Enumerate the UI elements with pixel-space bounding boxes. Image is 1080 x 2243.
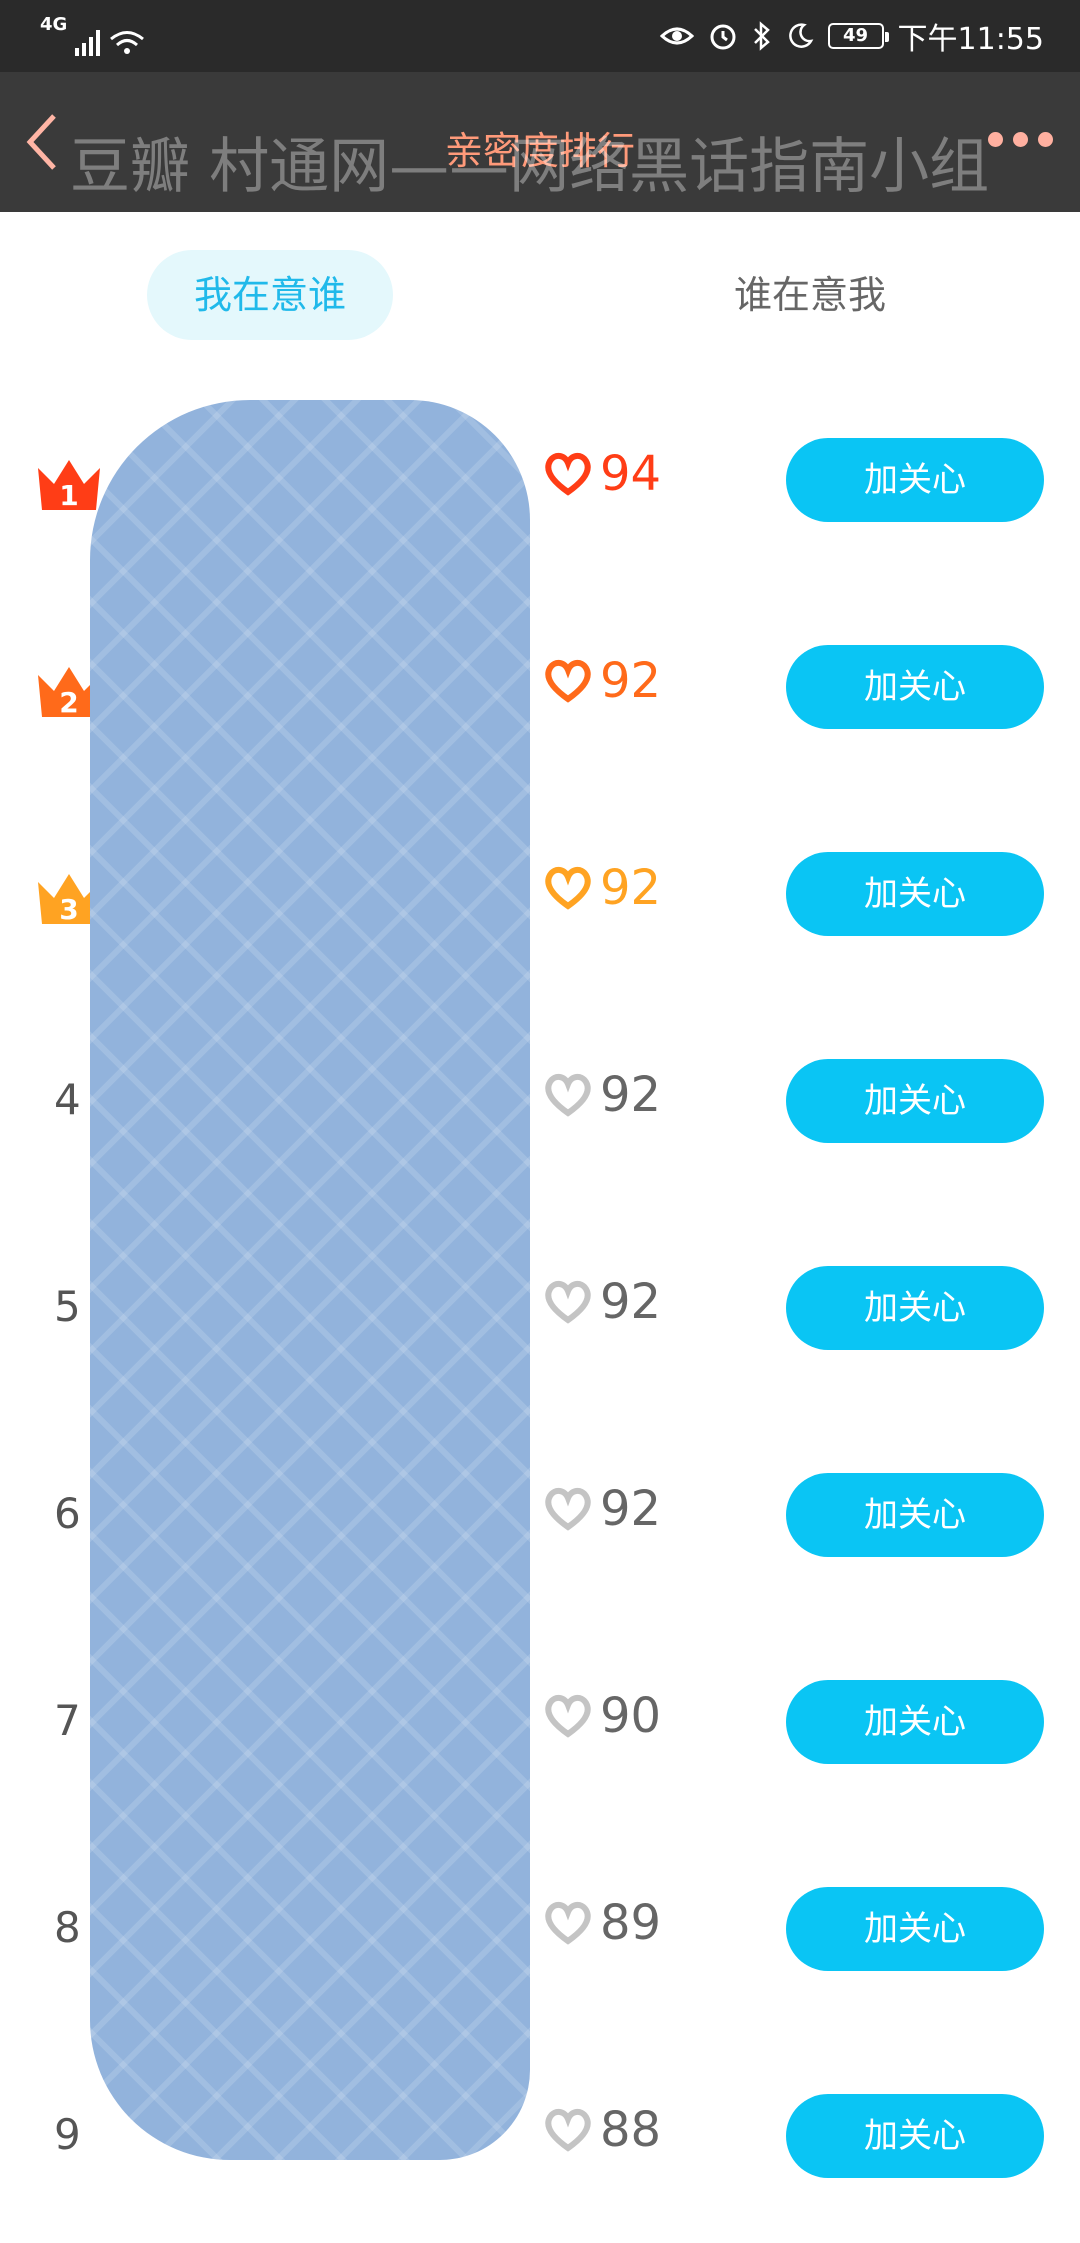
intimacy-score: 88 (544, 2102, 661, 2158)
moon-icon (788, 23, 813, 48)
more-button[interactable] (988, 132, 1058, 156)
title-bar: 亲密度排行 (0, 72, 1080, 212)
heart-icon (545, 867, 591, 910)
follow-button[interactable]: 加关心 (786, 645, 1044, 729)
rank-number: 2 (59, 686, 78, 719)
intimacy-score: 92 (544, 1274, 661, 1330)
crown-icon: 1 (38, 460, 100, 512)
heart-icon (545, 1074, 591, 1117)
rank-number: 8 (54, 1903, 81, 1952)
intimacy-score: 89 (544, 1895, 661, 1951)
score-value: 92 (600, 1067, 662, 1123)
bluetooth-icon (753, 21, 770, 51)
intimacy-score: 90 (544, 1688, 661, 1744)
score-value: 92 (600, 1274, 662, 1330)
score-value: 92 (600, 653, 662, 709)
follow-button[interactable]: 加关心 (786, 852, 1044, 936)
tab-care-about-me[interactable]: 谁在意我 (660, 250, 960, 340)
rank-number: 3 (59, 893, 78, 926)
network-type: 4G (40, 14, 68, 35)
follow-button[interactable]: 加关心 (786, 1059, 1044, 1143)
score-value: 90 (600, 1688, 662, 1744)
score-value: 88 (600, 2102, 662, 2158)
heart-icon (545, 1902, 591, 1945)
tab-i-care[interactable]: 我在意谁 (147, 250, 393, 340)
heart-icon (545, 1695, 591, 1738)
heart-icon (545, 660, 591, 703)
heart-icon (545, 2109, 591, 2152)
tab-bar: 我在意谁 谁在意我 (0, 212, 1080, 362)
eye-icon (659, 27, 694, 45)
rank-number: 7 (54, 1696, 81, 1745)
score-value: 92 (600, 860, 662, 916)
follow-button[interactable]: 加关心 (786, 1680, 1044, 1764)
heart-icon (545, 1488, 591, 1531)
intimacy-score: 92 (544, 1067, 661, 1123)
rank-number: 1 (59, 479, 78, 512)
wifi-icon (110, 31, 145, 54)
intimacy-score: 92 (544, 1481, 661, 1537)
follow-button[interactable]: 加关心 (786, 1887, 1044, 1971)
signal-area: 4G (40, 16, 145, 56)
follow-button[interactable]: 加关心 (786, 1473, 1044, 1557)
intimacy-score: 92 (544, 653, 661, 709)
alarm-icon (710, 24, 736, 50)
intimacy-score: 92 (544, 860, 661, 916)
score-value: 94 (600, 446, 662, 502)
rank-number: 6 (54, 1489, 81, 1538)
intimacy-score: 94 (544, 446, 661, 502)
status-icons: 49 下午11:55 (659, 14, 1044, 58)
rank-number: 9 (54, 2110, 81, 2159)
rank-number: 4 (54, 1075, 81, 1124)
page-title: 亲密度排行 (444, 129, 635, 173)
battery-icon: 49 (827, 23, 889, 49)
signal-icon (75, 30, 101, 56)
heart-icon (545, 453, 591, 496)
redaction-mask (90, 400, 530, 2160)
follow-button[interactable]: 加关心 (786, 2094, 1044, 2178)
follow-button[interactable]: 加关心 (786, 438, 1044, 522)
status-bar: 4G 49 下午11:55 (0, 0, 1080, 72)
follow-button[interactable]: 加关心 (786, 1266, 1044, 1350)
score-value: 89 (600, 1895, 662, 1951)
rank-number: 5 (54, 1282, 81, 1331)
clock: 下午11:55 (897, 22, 1044, 57)
more-icon (988, 132, 1003, 147)
score-value: 92 (600, 1481, 662, 1537)
heart-icon (545, 1281, 591, 1324)
